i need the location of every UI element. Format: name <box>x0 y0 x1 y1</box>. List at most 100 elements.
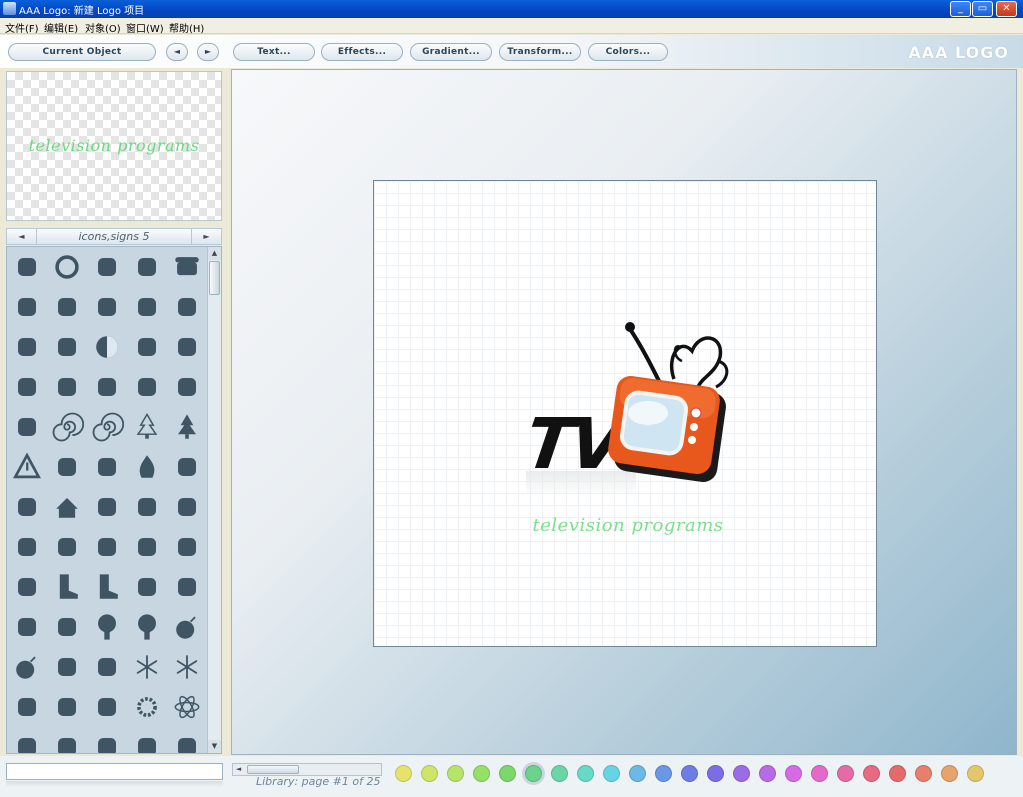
scroll-thumb[interactable] <box>209 261 220 295</box>
color-swatch[interactable] <box>785 765 802 782</box>
library-item[interactable] <box>87 407 127 447</box>
library-item[interactable] <box>127 247 167 287</box>
library-item[interactable] <box>87 527 127 567</box>
color-swatch[interactable] <box>759 765 776 782</box>
gradient-button[interactable]: Gradient... <box>410 43 492 61</box>
library-scrollbar[interactable]: ▲ ▼ <box>207 247 221 753</box>
library-item[interactable] <box>87 327 127 367</box>
color-swatch[interactable] <box>603 765 620 782</box>
color-swatch[interactable] <box>889 765 906 782</box>
library-item[interactable] <box>167 647 207 687</box>
scroll-up-arrow[interactable]: ▲ <box>208 247 221 260</box>
library-item[interactable] <box>127 687 167 727</box>
library-item[interactable] <box>87 567 127 607</box>
logo-canvas[interactable]: TV television programs <box>373 180 877 647</box>
library-item[interactable] <box>7 247 47 287</box>
library-item[interactable] <box>87 727 127 753</box>
library-item[interactable] <box>47 607 87 647</box>
library-item[interactable] <box>127 727 167 753</box>
library-item[interactable] <box>87 247 127 287</box>
library-item[interactable] <box>47 647 87 687</box>
library-item[interactable] <box>47 567 87 607</box>
library-item[interactable] <box>47 407 87 447</box>
previous-object-button[interactable]: ◄ <box>166 43 188 61</box>
color-swatch[interactable] <box>551 765 568 782</box>
library-item[interactable] <box>7 327 47 367</box>
library-item[interactable] <box>167 527 207 567</box>
scroll-left-arrow[interactable]: ◄ <box>233 764 244 775</box>
library-item[interactable] <box>47 487 87 527</box>
color-swatch[interactable] <box>707 765 724 782</box>
color-swatch[interactable] <box>733 765 750 782</box>
library-item[interactable] <box>167 447 207 487</box>
library-item[interactable] <box>127 407 167 447</box>
library-item[interactable] <box>167 567 207 607</box>
library-item[interactable] <box>47 367 87 407</box>
library-item[interactable] <box>7 607 47 647</box>
library-item[interactable] <box>167 367 207 407</box>
menu-window[interactable]: 窗口(W) <box>126 20 164 35</box>
library-item[interactable] <box>127 287 167 327</box>
library-item[interactable] <box>127 647 167 687</box>
library-item[interactable] <box>167 327 207 367</box>
library-item[interactable] <box>7 447 47 487</box>
library-item[interactable] <box>47 287 87 327</box>
library-item[interactable] <box>7 647 47 687</box>
library-item[interactable] <box>87 367 127 407</box>
library-item[interactable] <box>7 367 47 407</box>
library-item[interactable] <box>167 687 207 727</box>
menu-file[interactable]: 文件(F) <box>5 20 39 35</box>
menu-object[interactable]: 对象(O) <box>85 20 121 35</box>
library-item[interactable] <box>167 727 207 753</box>
canvas-area[interactable]: TV television programs <box>231 69 1017 755</box>
library-item[interactable] <box>127 447 167 487</box>
library-item[interactable] <box>7 527 47 567</box>
library-item[interactable] <box>87 687 127 727</box>
library-item[interactable] <box>7 487 47 527</box>
library-item[interactable] <box>127 367 167 407</box>
transform-button[interactable]: Transform... <box>499 43 581 61</box>
library-item[interactable] <box>47 247 87 287</box>
maximize-button[interactable]: ▭ <box>972 1 993 17</box>
library-item[interactable] <box>47 687 87 727</box>
color-swatch[interactable] <box>941 765 958 782</box>
library-item[interactable] <box>7 687 47 727</box>
minimize-button[interactable]: _ <box>950 1 971 17</box>
menu-help[interactable]: 帮助(H) <box>169 20 204 35</box>
library-item[interactable] <box>87 287 127 327</box>
library-item[interactable] <box>127 487 167 527</box>
library-item[interactable] <box>87 607 127 647</box>
page-scroll-thumb[interactable] <box>247 765 299 774</box>
color-swatch[interactable] <box>863 765 880 782</box>
library-item[interactable] <box>7 567 47 607</box>
color-swatch[interactable] <box>473 765 490 782</box>
text-button[interactable]: Text... <box>233 43 315 61</box>
menu-edit[interactable]: 编辑(E) <box>44 20 78 35</box>
colors-button[interactable]: Colors... <box>588 43 668 61</box>
library-item[interactable] <box>167 407 207 447</box>
library-item[interactable] <box>87 647 127 687</box>
current-object-button[interactable]: Current Object <box>8 43 156 61</box>
close-button[interactable]: ✕ <box>996 1 1017 17</box>
logo-slogan[interactable]: television programs <box>374 515 876 536</box>
color-swatch[interactable] <box>915 765 932 782</box>
library-item[interactable] <box>127 567 167 607</box>
color-swatch[interactable] <box>681 765 698 782</box>
color-swatch[interactable] <box>447 765 464 782</box>
color-swatch[interactable] <box>811 765 828 782</box>
library-item[interactable] <box>7 287 47 327</box>
library-search-input[interactable] <box>6 763 223 780</box>
library-item[interactable] <box>47 447 87 487</box>
library-item[interactable] <box>47 327 87 367</box>
next-object-button[interactable]: ► <box>197 43 219 61</box>
library-item[interactable] <box>167 607 207 647</box>
scroll-down-arrow[interactable]: ▼ <box>208 740 221 753</box>
color-swatch[interactable] <box>837 765 854 782</box>
library-item[interactable] <box>167 287 207 327</box>
library-item[interactable] <box>47 727 87 753</box>
library-item[interactable] <box>87 487 127 527</box>
library-item[interactable] <box>127 527 167 567</box>
library-item[interactable] <box>7 407 47 447</box>
library-prev-button[interactable]: ◄ <box>7 229 37 244</box>
color-swatch[interactable] <box>629 765 646 782</box>
